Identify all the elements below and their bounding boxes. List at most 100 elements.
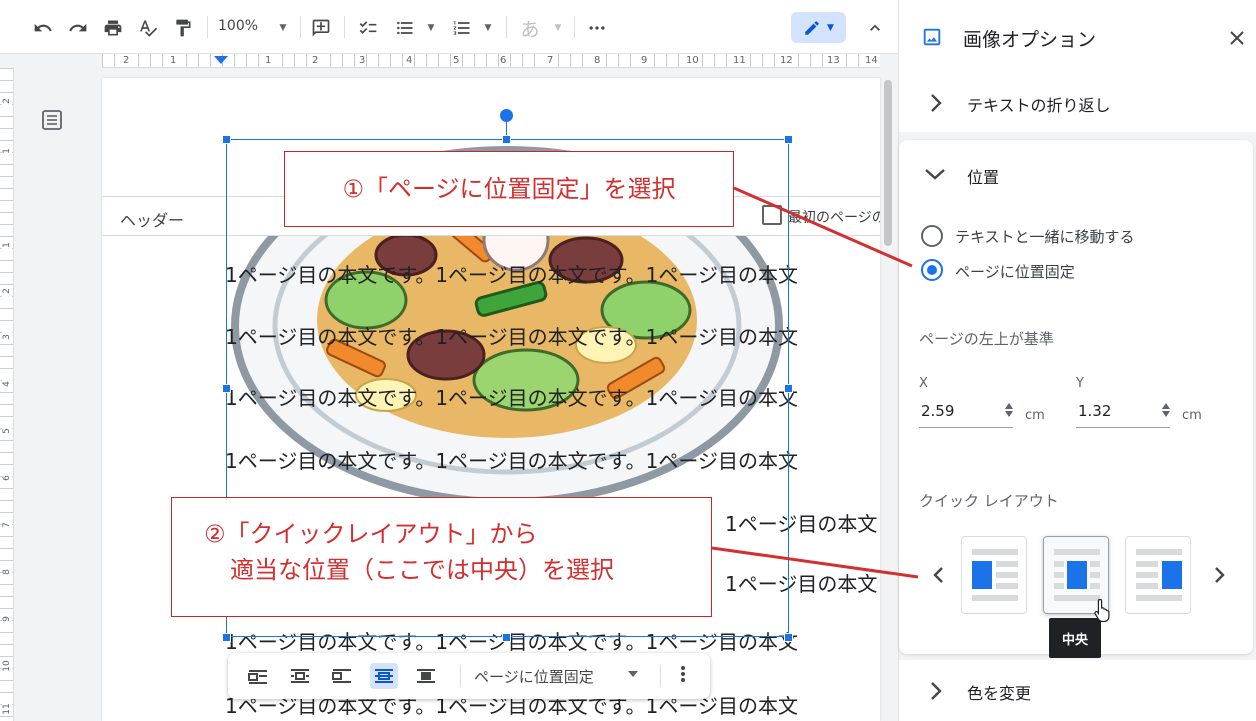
ruler-number: 6 — [2, 472, 12, 484]
bulleted-list-icon[interactable] — [392, 14, 418, 42]
x-unit: cm — [1025, 408, 1045, 423]
close-icon[interactable] — [1229, 30, 1245, 46]
chevron-left-icon[interactable] — [933, 566, 945, 584]
collapse-menus-icon[interactable] — [862, 14, 888, 42]
panel-title: 画像オプション — [963, 29, 1097, 51]
break-text-icon[interactable] — [328, 663, 356, 689]
rotate-handle[interactable] — [500, 109, 513, 122]
y-stepper-icon[interactable] — [1162, 403, 1170, 417]
more-options-icon[interactable] — [584, 14, 610, 42]
tooltip: 中央 — [1049, 618, 1101, 658]
toolbar-divider — [207, 16, 208, 38]
ruler-number: 11 — [732, 54, 747, 67]
checklist-icon[interactable] — [355, 14, 381, 42]
ruler-number: 2 — [122, 54, 131, 67]
chevron-right-icon — [931, 682, 942, 700]
image-floating-toolbar: ページに位置固定 — [228, 653, 710, 699]
image-options-panel: 画像オプション テキストの折り返し 位置 テキストと一緒に移動する ページに位置… — [898, 0, 1256, 721]
body-text-line[interactable]: 1ページ目の本文です。1ページ目の本文です。1ページ目の本文 — [225, 626, 798, 655]
position-mode-caret-icon[interactable] — [628, 671, 638, 677]
y-position-input[interactable] — [1078, 402, 1148, 420]
resize-handle[interactable] — [502, 135, 511, 144]
quick-layout-label: クイック レイアウト — [919, 492, 1059, 510]
section-label: 色を変更 — [967, 684, 1032, 703]
x-position-field[interactable] — [919, 398, 1013, 428]
editing-mode-button[interactable]: ▼ — [791, 12, 846, 43]
more-vert-icon[interactable] — [680, 665, 686, 687]
resize-handle[interactable] — [222, 135, 231, 144]
toolbar-divider — [574, 16, 575, 38]
ruler-number: 8 — [2, 566, 12, 578]
input-tools-button[interactable]: あ — [516, 14, 544, 42]
numbered-list-caret-icon[interactable]: ▼ — [481, 14, 495, 42]
redo-icon[interactable] — [65, 14, 91, 42]
hand-cursor-icon — [1094, 598, 1110, 622]
x-label: X — [919, 376, 928, 391]
bulleted-list-caret-icon[interactable]: ▼ — [424, 14, 438, 42]
chevron-right-icon — [931, 94, 942, 112]
ruler-number: 5 — [2, 425, 12, 437]
section-label: テキストの折り返し — [967, 96, 1111, 115]
ruler-number: 1 — [2, 239, 12, 251]
annotation-step-2: ②「クイックレイアウト」から 適当な位置（ここでは中央）を選択 — [171, 497, 712, 617]
spellcheck-icon[interactable] — [135, 14, 161, 42]
ruler-number: 4 — [405, 54, 414, 67]
zoom-select[interactable]: 100% — [218, 18, 258, 34]
quick-layout-left[interactable] — [961, 536, 1027, 614]
ruler-number: 9 — [2, 613, 12, 625]
resize-handle[interactable] — [784, 135, 793, 144]
body-text-line[interactable]: 1ページ目の本文です。1ページ目の本文です。1ページ目の本文 — [225, 259, 798, 288]
inline-wrap-icon[interactable] — [244, 663, 272, 689]
different-first-page-checkbox[interactable] — [762, 205, 782, 225]
resize-handle[interactable] — [222, 384, 231, 393]
image-icon — [923, 28, 941, 46]
position-mode-select[interactable]: ページに位置固定 — [474, 666, 594, 687]
resize-handle[interactable] — [784, 384, 793, 393]
undo-icon[interactable] — [30, 14, 56, 42]
layout-left-icon — [972, 549, 1018, 601]
radio-move-with-text[interactable] — [921, 225, 943, 247]
ruler-number: 1 — [169, 54, 178, 67]
paint-format-icon[interactable] — [170, 14, 196, 42]
in-front-of-text-icon[interactable] — [412, 663, 440, 689]
resize-handle[interactable] — [222, 633, 231, 642]
section-text-wrapping[interactable]: テキストの折り返し — [899, 74, 1256, 132]
ruler-number: 12 — [779, 54, 794, 67]
input-tools-caret-icon[interactable]: ▼ — [551, 14, 565, 42]
body-text-line[interactable]: 1ページ目の本文です。1ページ目の本文です。1ページ目の本文 — [225, 382, 798, 411]
wrap-text-icon[interactable] — [286, 663, 314, 689]
resize-handle[interactable] — [502, 633, 511, 642]
ruler-number: 4 — [2, 378, 12, 390]
section-recolor[interactable]: 色を変更 — [899, 660, 1256, 721]
body-text-line[interactable]: 1ページ目の本文 — [725, 508, 877, 537]
print-icon[interactable] — [100, 14, 126, 42]
body-text-line[interactable]: 1ページ目の本文です。1ページ目の本文です。1ページ目の本文 — [225, 321, 798, 350]
indent-marker[interactable] — [214, 56, 228, 64]
annotation-step-2-line-2: 適当な位置（ここでは中央）を選択 — [230, 556, 614, 584]
section-position-header[interactable]: 位置 — [899, 140, 1253, 210]
panel-header: 画像オプション — [899, 0, 1256, 74]
y-position-field[interactable] — [1076, 398, 1170, 428]
chevron-right-icon[interactable] — [1213, 566, 1225, 584]
radio-label[interactable]: ページに位置固定 — [955, 261, 1075, 282]
add-comment-icon[interactable] — [308, 14, 334, 42]
document-scrollbar[interactable] — [884, 80, 892, 246]
document-outline-icon[interactable] — [40, 108, 64, 136]
body-text-line[interactable]: 1ページ目の本文です。1ページ目の本文です。1ページ目の本文 — [225, 445, 798, 474]
body-text-line[interactable]: 1ページ目の本文 — [725, 568, 877, 597]
y-label: Y — [1076, 376, 1084, 391]
zoom-caret-icon[interactable]: ▼ — [274, 14, 292, 42]
vertical-ruler[interactable]: 2 1 1 2 3 4 5 6 7 8 9 10 11 — [0, 68, 14, 721]
quick-layout-right[interactable] — [1125, 536, 1191, 614]
behind-text-icon[interactable] — [370, 663, 398, 689]
radio-fix-on-page[interactable] — [921, 259, 943, 281]
annotation-step-1: ①「ページに位置固定」を選択 — [284, 151, 734, 227]
radio-label[interactable]: テキストと一緒に移動する — [955, 226, 1135, 247]
layout-right-icon — [1136, 549, 1182, 601]
ruler-number: 1 — [264, 54, 273, 67]
resize-handle[interactable] — [784, 633, 793, 642]
x-stepper-icon[interactable] — [1005, 403, 1013, 417]
editing-mode-caret-icon: ▼ — [827, 22, 834, 33]
x-position-input[interactable] — [921, 402, 991, 420]
numbered-list-icon[interactable] — [449, 14, 475, 42]
